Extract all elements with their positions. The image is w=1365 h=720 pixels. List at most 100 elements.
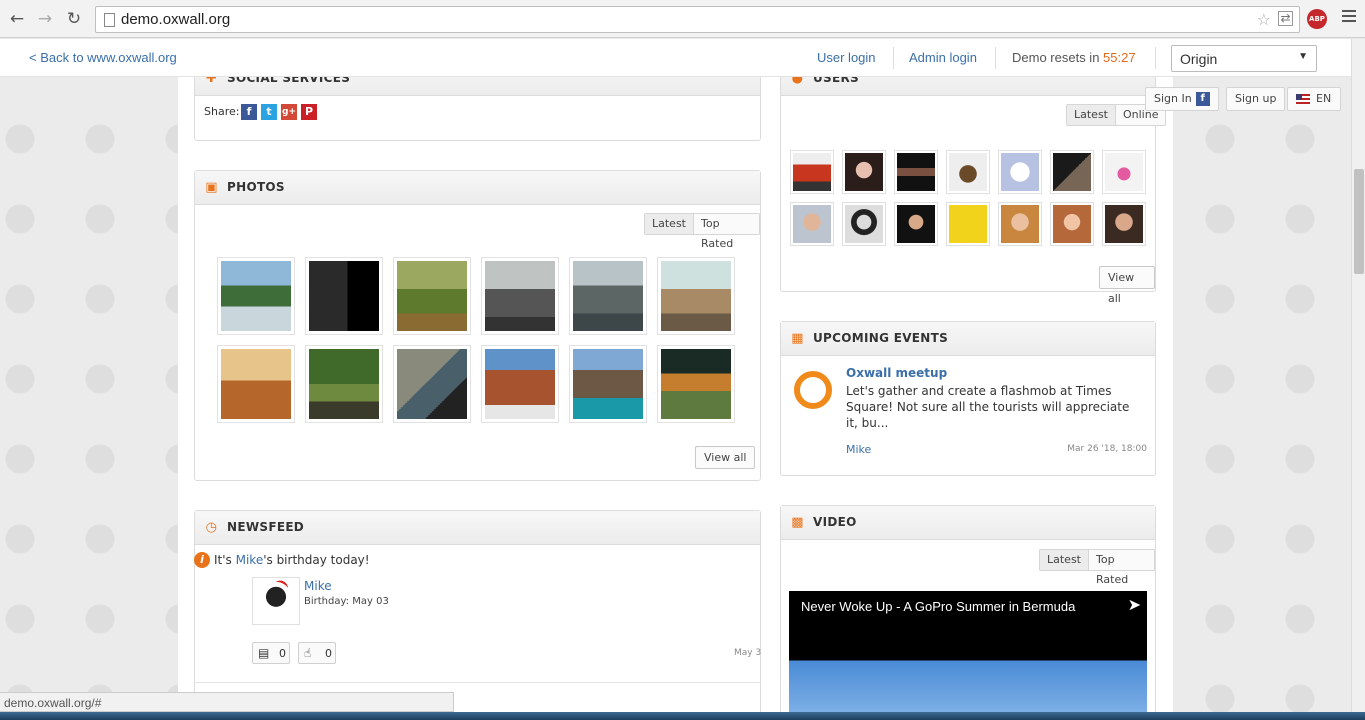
user-avatar[interactable] bbox=[1050, 202, 1094, 246]
birthday-message: It's Mike's birthday today! bbox=[214, 553, 370, 567]
sign-up-button[interactable]: Sign up bbox=[1226, 87, 1286, 111]
users-widget: ● USERS Latest Online View all bbox=[780, 61, 1167, 305]
user-login-link[interactable]: User login bbox=[817, 50, 876, 65]
newsfeed-user-link[interactable]: Mike bbox=[304, 579, 332, 593]
widget-title-text: UPCOMING EVENTS bbox=[813, 331, 949, 345]
upcoming-events-widget: ▦ UPCOMING EVENTS Oxwall meetup Let's gat… bbox=[780, 321, 1156, 476]
comment-icon: ▤ bbox=[258, 646, 270, 660]
browser-toolbar: ← → ↻ demo.oxwall.org ☆ ⇄ ABP bbox=[0, 0, 1365, 38]
photo-thumbnail[interactable] bbox=[393, 345, 471, 423]
widget-title: ▦ UPCOMING EVENTS bbox=[781, 322, 1155, 356]
user-avatar[interactable] bbox=[894, 150, 938, 194]
page-scrollbar[interactable] bbox=[1351, 39, 1365, 712]
tab-latest[interactable]: Latest bbox=[1040, 550, 1088, 570]
photo-thumbnail[interactable] bbox=[657, 345, 735, 423]
comment-button[interactable]: ▤ 0 bbox=[252, 642, 290, 664]
resets-label: Demo resets in bbox=[1012, 50, 1100, 65]
page-icon bbox=[104, 13, 115, 27]
user-avatar[interactable] bbox=[790, 202, 834, 246]
event-title-link[interactable]: Oxwall meetup bbox=[846, 366, 947, 380]
twitter-share-icon[interactable]: t bbox=[261, 104, 277, 120]
google-plus-share-icon[interactable]: g+ bbox=[281, 104, 297, 120]
event-logo-icon[interactable] bbox=[794, 371, 832, 409]
user-avatar[interactable] bbox=[1050, 150, 1094, 194]
url-text[interactable]: demo.oxwall.org bbox=[121, 11, 230, 28]
widget-title: ◷ NEWSFEED bbox=[195, 511, 760, 545]
video-clapper-icon: ▩ bbox=[791, 515, 804, 530]
like-count: 0 bbox=[325, 647, 332, 660]
user-avatar[interactable] bbox=[894, 202, 938, 246]
user-avatar[interactable] bbox=[946, 150, 990, 194]
bookmark-star-icon[interactable]: ☆ bbox=[1257, 10, 1271, 29]
admin-login-link[interactable]: Admin login bbox=[909, 50, 977, 65]
user-avatar[interactable] bbox=[998, 202, 1042, 246]
tab-latest[interactable]: Latest bbox=[1067, 105, 1115, 125]
photos-view-all-button[interactable]: View all bbox=[695, 446, 756, 469]
scrollbar-thumb[interactable] bbox=[1354, 169, 1364, 274]
widget-title-text: PHOTOS bbox=[227, 180, 285, 194]
user-avatar[interactable] bbox=[842, 150, 886, 194]
back-to-oxwall-link[interactable]: < Back to www.oxwall.org bbox=[29, 50, 177, 65]
widget-title-text: NEWSFEED bbox=[227, 520, 305, 534]
user-avatar[interactable] bbox=[946, 202, 990, 246]
divider bbox=[1155, 47, 1156, 69]
os-taskbar bbox=[0, 712, 1365, 720]
browser-menu-icon[interactable] bbox=[1342, 10, 1356, 25]
info-icon: i bbox=[194, 552, 210, 568]
newsfeed-date: May 3 bbox=[734, 648, 762, 658]
widget-title: ▩ VIDEO bbox=[781, 506, 1155, 540]
video-widget: ▩ VIDEO Latest Top Rated Never Woke Up - … bbox=[780, 505, 1156, 720]
facebook-icon[interactable]: f bbox=[1195, 92, 1210, 106]
clock-icon: ◷ bbox=[205, 520, 218, 535]
user-avatar[interactable] bbox=[998, 150, 1042, 194]
photos-widget: ▣ PHOTOS Latest Top Rated View all bbox=[194, 170, 761, 481]
photo-thumbnail[interactable] bbox=[217, 257, 295, 335]
share-label: Share: bbox=[204, 105, 240, 118]
address-bar[interactable]: demo.oxwall.org ☆ ⇄ bbox=[95, 6, 1300, 33]
back-arrow-icon[interactable]: ← bbox=[6, 8, 28, 30]
facebook-share-icon[interactable]: f bbox=[241, 104, 257, 120]
page-background: < Back to www.oxwall.org User login Admi… bbox=[0, 39, 1351, 720]
dropdown-arrow-icon: ▼ bbox=[1298, 51, 1308, 62]
photo-icon: ▣ bbox=[205, 180, 218, 195]
language-switcher[interactable]: EN bbox=[1287, 87, 1341, 111]
user-avatar[interactable] bbox=[842, 202, 886, 246]
tab-latest[interactable]: Latest bbox=[645, 214, 693, 234]
photo-thumbnail[interactable] bbox=[657, 257, 735, 335]
pinterest-share-icon[interactable]: P bbox=[301, 104, 317, 120]
translate-icon[interactable]: ⇄ bbox=[1278, 11, 1293, 26]
birthday-user-link[interactable]: Mike bbox=[236, 553, 264, 567]
avatar[interactable] bbox=[252, 577, 300, 625]
share-icon[interactable]: ➤ bbox=[1128, 595, 1141, 614]
like-button[interactable]: ☝ 0 bbox=[298, 642, 336, 664]
divider bbox=[194, 682, 761, 683]
demo-reset-timer: Demo resets in 55:27 bbox=[1012, 50, 1136, 65]
forward-arrow-icon[interactable]: → bbox=[34, 8, 56, 30]
user-avatar[interactable] bbox=[1102, 150, 1146, 194]
sign-in-button[interactable]: Sign In f bbox=[1145, 87, 1219, 111]
photo-thumbnail[interactable] bbox=[481, 345, 559, 423]
user-avatar[interactable] bbox=[790, 150, 834, 194]
tab-top-rated[interactable]: Top Rated bbox=[693, 214, 759, 250]
photo-thumbnail[interactable] bbox=[393, 257, 471, 335]
photo-thumbnail[interactable] bbox=[569, 257, 647, 335]
theme-select[interactable]: Origin ▼ bbox=[1171, 45, 1317, 72]
photos-tabs: Latest Top Rated bbox=[644, 213, 760, 250]
adblock-icon[interactable]: ABP bbox=[1307, 9, 1327, 29]
photo-thumbnail[interactable] bbox=[305, 345, 383, 423]
video-tabs: Latest Top Rated bbox=[1039, 549, 1155, 586]
calendar-icon: ▦ bbox=[791, 331, 804, 346]
photo-thumbnail[interactable] bbox=[481, 257, 559, 335]
users-view-all-button[interactable]: View all bbox=[1099, 266, 1155, 305]
reload-icon[interactable]: ↻ bbox=[63, 8, 85, 30]
thumbs-up-icon: ☝ bbox=[304, 646, 312, 660]
photo-thumbnail[interactable] bbox=[217, 345, 295, 423]
user-avatar[interactable] bbox=[1102, 202, 1146, 246]
video-player[interactable]: Never Woke Up - A GoPro Summer in Bermud… bbox=[789, 591, 1147, 720]
birthday-date: Birthday: May 03 bbox=[304, 596, 389, 607]
photo-thumbnail[interactable] bbox=[305, 257, 383, 335]
event-author-link[interactable]: Mike bbox=[846, 443, 871, 456]
photo-thumbnail[interactable] bbox=[569, 345, 647, 423]
tab-top-rated[interactable]: Top Rated bbox=[1088, 550, 1154, 586]
status-bar-url: demo.oxwall.org/# bbox=[0, 692, 454, 712]
